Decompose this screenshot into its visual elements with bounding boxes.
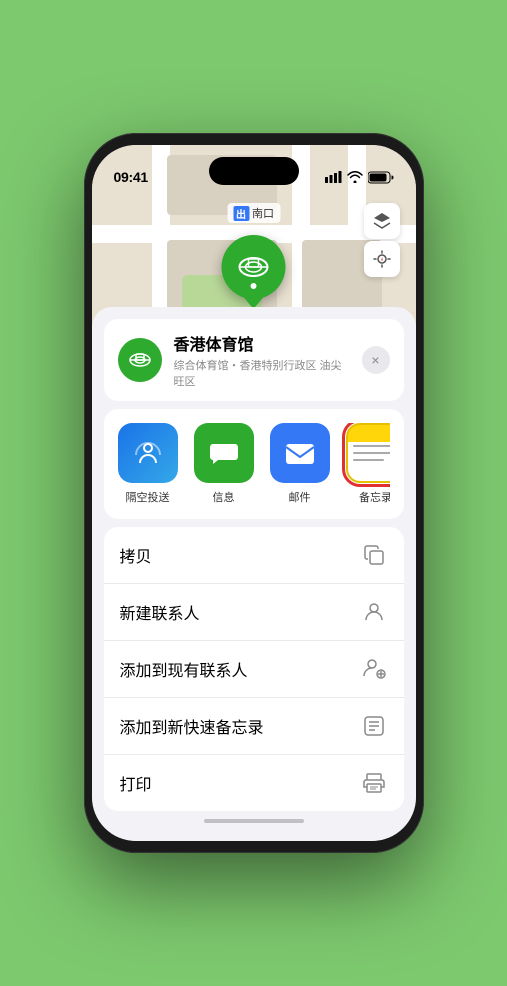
layers-icon <box>372 211 392 231</box>
action-copy-label: 拷贝 <box>120 543 152 567</box>
messages-label: 信息 <box>213 489 235 505</box>
action-add-note[interactable]: 添加到新快速备忘录 <box>104 698 404 755</box>
location-description: 综合体育馆・香港特别行政区 油尖旺区 <box>174 357 350 389</box>
notes-lines <box>353 445 389 461</box>
battery-icon <box>368 171 394 184</box>
wifi-icon <box>347 171 363 183</box>
status-time: 09:41 <box>114 169 148 185</box>
pin-circle <box>221 235 285 299</box>
person-icon <box>360 598 388 626</box>
print-icon <box>360 769 388 797</box>
location-venue-icon <box>118 338 162 382</box>
map-layers-button[interactable] <box>364 203 400 239</box>
compass-icon <box>373 250 391 268</box>
person-add-icon <box>360 655 388 683</box>
location-text: 香港体育馆 综合体育馆・香港特别行政区 油尖旺区 <box>174 331 350 389</box>
share-messages[interactable]: 信息 <box>194 423 254 505</box>
dynamic-island <box>209 157 299 185</box>
action-new-contact[interactable]: 新建联系人 <box>104 584 404 641</box>
share-airdrop[interactable]: 隔空投送 <box>118 423 178 505</box>
mail-icon <box>270 423 330 483</box>
mail-label: 邮件 <box>289 489 311 505</box>
home-bar <box>204 819 304 823</box>
status-icons <box>325 171 394 184</box>
pin-dot <box>250 283 256 289</box>
copy-icon <box>360 541 388 569</box>
close-icon: × <box>371 352 379 368</box>
action-copy[interactable]: 拷贝 <box>104 527 404 584</box>
action-add-existing-label: 添加到现有联系人 <box>120 657 248 681</box>
close-button[interactable]: × <box>362 346 390 374</box>
action-print-label: 打印 <box>120 771 152 795</box>
share-notes[interactable]: 备忘录 <box>346 423 390 505</box>
map-controls <box>364 203 400 277</box>
airdrop-label: 隔空投送 <box>126 489 170 505</box>
location-name: 香港体育馆 <box>174 331 350 355</box>
map-location-button[interactable] <box>364 241 400 277</box>
venue-icon <box>127 347 153 373</box>
action-add-existing-contact[interactable]: 添加到现有联系人 <box>104 641 404 698</box>
share-mail[interactable]: 邮件 <box>270 423 330 505</box>
exit-tag: 出 <box>233 206 249 221</box>
action-new-contact-label: 新建联系人 <box>120 600 200 624</box>
messages-icon <box>194 423 254 483</box>
home-indicator <box>92 811 416 841</box>
stadium-icon <box>235 249 271 285</box>
notes-icon <box>346 423 390 483</box>
notes-label: 备忘录 <box>359 489 390 505</box>
share-row: 隔空投送 信息 <box>104 409 404 519</box>
map-north-exit-label: 出 南口 <box>227 203 280 223</box>
action-print[interactable]: 打印 <box>104 755 404 811</box>
signal-icon <box>325 171 342 183</box>
bottom-sheet: 香港体育馆 综合体育馆・香港特别行政区 油尖旺区 × <box>92 307 416 841</box>
phone-frame: 09:41 <box>84 133 424 853</box>
share-items-list: 隔空投送 信息 <box>118 423 390 505</box>
note-icon <box>360 712 388 740</box>
action-list: 拷贝 新建联系人 <box>104 527 404 811</box>
action-add-note-label: 添加到新快速备忘录 <box>120 714 264 738</box>
location-info-card: 香港体育馆 综合体育馆・香港特别行政区 油尖旺区 × <box>104 319 404 401</box>
phone-screen: 09:41 <box>92 145 416 841</box>
airdrop-icon <box>118 423 178 483</box>
